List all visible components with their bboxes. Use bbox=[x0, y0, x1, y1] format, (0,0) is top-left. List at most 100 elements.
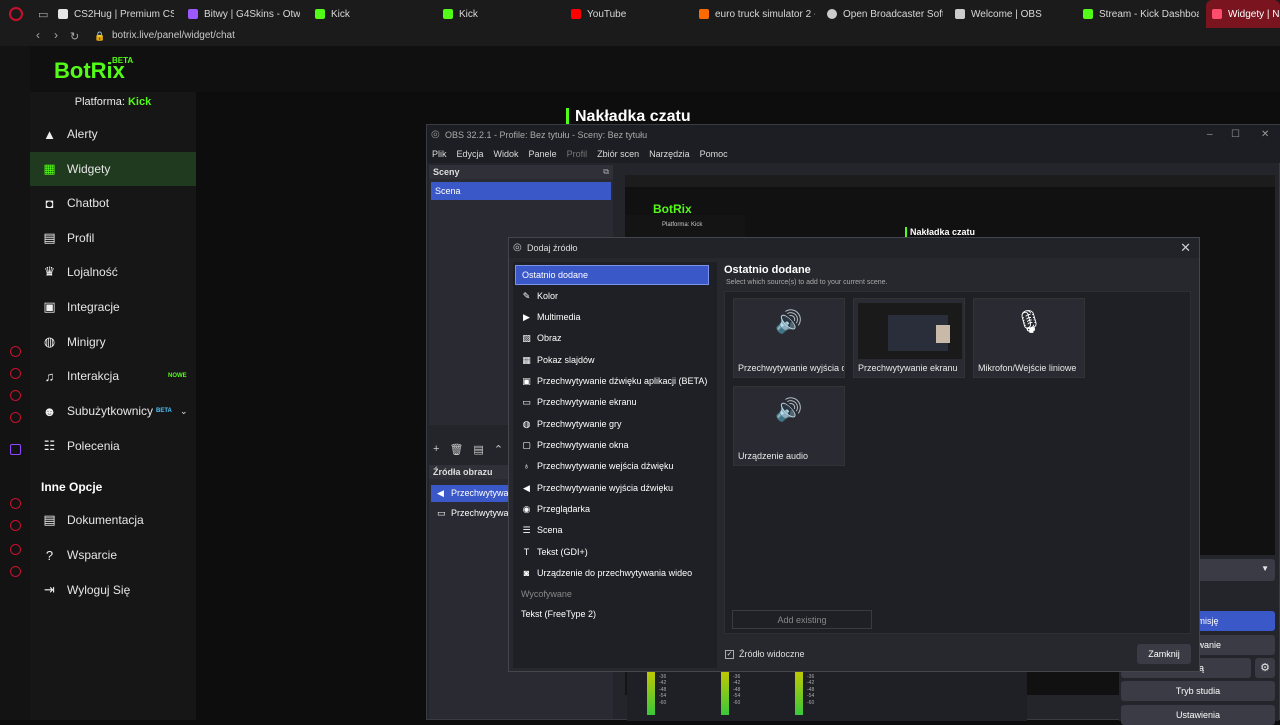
meter-scale: -30-36-42-48-54-60 bbox=[659, 667, 667, 706]
obs-favicon-icon bbox=[827, 9, 837, 19]
robot-icon: ◘ bbox=[45, 195, 54, 211]
gear-icon[interactable] bbox=[10, 566, 21, 577]
trash-icon[interactable]: 🗑 bbox=[449, 443, 463, 459]
speaker-icon: ◀ bbox=[523, 482, 530, 493]
add-existing-button[interactable]: Add existing bbox=[732, 610, 872, 629]
sidebar-item-integracje[interactable]: ▣ Integracje bbox=[30, 290, 196, 324]
menu-panele[interactable]: Panele bbox=[524, 145, 562, 163]
recent-tile[interactable]: 🔊 Urządzenie audio bbox=[733, 386, 845, 466]
sidebar-item-subuzytkownicy[interactable]: ☻ Subużytkownicy BETA ⌄ bbox=[30, 394, 196, 428]
recent-tile[interactable]: Przechwytywanie ekranu bbox=[853, 298, 965, 378]
slideshow-icon: ▦ bbox=[522, 354, 531, 365]
globe-icon: ◉ bbox=[522, 503, 531, 514]
source-type-video-device[interactable]: ◙ Urządzenie do przechwytywania wideo bbox=[515, 563, 709, 583]
undock-icon[interactable]: ⧉ bbox=[603, 167, 609, 177]
source-type-text-freetype[interactable]: Tekst (FreeType 2) bbox=[515, 604, 709, 624]
minimize-icon[interactable]: – bbox=[1207, 129, 1213, 140]
source-type-browser[interactable]: ◉ Przeglądarka bbox=[515, 499, 709, 519]
settings-button[interactable]: Ustawienia bbox=[1121, 705, 1275, 725]
reload-icon[interactable]: ↻ bbox=[70, 30, 79, 43]
sidebar-item-minigry[interactable]: ◍ Minigry bbox=[30, 325, 196, 359]
maximize-icon[interactable]: ☐ bbox=[1231, 129, 1240, 140]
text-icon: T bbox=[523, 547, 530, 557]
sidebar-item-chatbot[interactable]: ◘ Chatbot bbox=[30, 186, 196, 220]
source-type-text-gdi[interactable]: T Tekst (GDI+) bbox=[515, 542, 709, 562]
g4skins-favicon-icon bbox=[188, 9, 198, 19]
back-icon[interactable]: ‹ bbox=[36, 28, 40, 42]
source-type-app-audio[interactable]: ▣ Przechwytywanie dźwięku aplikacji (BETA… bbox=[515, 371, 709, 391]
sidebar-item-interakcja[interactable]: ♫ Interakcja NOWE bbox=[30, 359, 196, 393]
chevron-up-icon[interactable]: ⌃ bbox=[494, 443, 503, 459]
recent-tile[interactable]: 🔊 Przechwytywanie wyjścia d bbox=[733, 298, 845, 378]
opera-logo-icon[interactable] bbox=[9, 7, 23, 21]
history-icon[interactable] bbox=[10, 346, 21, 357]
play-icon: ▶ bbox=[523, 311, 530, 322]
scene-item[interactable]: Scena bbox=[431, 182, 611, 200]
close-icon[interactable]: ✕ bbox=[1261, 129, 1269, 140]
gear-icon[interactable]: ⚙ bbox=[1255, 658, 1275, 678]
menu-plik[interactable]: Plik bbox=[427, 145, 452, 163]
url-field[interactable]: botrix.live/panel/widget/chat bbox=[112, 30, 235, 41]
sidebar-item-alerty[interactable]: ▲ Alerty bbox=[30, 117, 196, 151]
source-type-recent[interactable]: Ostatnio dodane bbox=[515, 265, 709, 285]
studio-mode-button[interactable]: Tryb studia bbox=[1121, 681, 1275, 701]
tab-cs2hug[interactable]: CS2Hug | Premium CS2 & bbox=[58, 0, 174, 28]
tab-kick-2[interactable]: Kick bbox=[443, 0, 503, 28]
new-badge: NOWE bbox=[168, 373, 187, 379]
tab-g4skins[interactable]: Bitwy | G4Skins - Otwieraj bbox=[188, 0, 300, 28]
menu-zbior-scen[interactable]: Zbiór scen bbox=[592, 145, 644, 163]
share-icon[interactable] bbox=[10, 544, 21, 555]
menu-pomoc[interactable]: Pomoc bbox=[695, 145, 733, 163]
tab-euro-truck[interactable]: euro truck simulator 2 - G2 bbox=[699, 0, 815, 28]
botrix-favicon-icon bbox=[1212, 9, 1222, 19]
recent-sources-grid: 🔊 Przechwytywanie wyjścia d Przechwytywa… bbox=[724, 291, 1191, 634]
preview-logo: BotRix bbox=[653, 202, 692, 216]
sidebar-item-wsparcie[interactable]: ? Wsparcie bbox=[30, 538, 196, 572]
tab-kick-dashboard[interactable]: Stream - Kick Dashboard bbox=[1083, 0, 1199, 28]
tab-obs-site[interactable]: Open Broadcaster Software bbox=[827, 0, 943, 28]
source-type-obraz[interactable]: ▨ Obraz bbox=[515, 328, 709, 348]
menu-profil[interactable]: Profil bbox=[562, 145, 593, 163]
sidebar-item-profil[interactable]: ▤ Profil bbox=[30, 221, 196, 255]
source-visible-checkbox[interactable]: ✓ Źródło widoczne bbox=[725, 649, 805, 659]
alert-icon[interactable] bbox=[10, 368, 21, 379]
source-type-kolor[interactable]: ✎ Kolor bbox=[515, 286, 709, 306]
settings-icon[interactable] bbox=[10, 412, 21, 423]
forward-icon[interactable]: › bbox=[54, 28, 58, 42]
source-type-multimedia[interactable]: ▶ Multimedia bbox=[515, 307, 709, 327]
tab-kick-1[interactable]: Kick bbox=[315, 0, 375, 28]
workspace-icon[interactable]: ▭ bbox=[38, 0, 48, 28]
source-type-audio-input[interactable]: ♁ Przechwytywanie wejścia dźwięku bbox=[515, 456, 709, 476]
menu-narzedzia[interactable]: Narzędzia bbox=[644, 145, 695, 163]
clock-icon[interactable] bbox=[10, 498, 21, 509]
tab-widgety-active[interactable]: Widgety | Nakł bbox=[1206, 0, 1280, 28]
sidebar-item-polecenia[interactable]: ☷ Polecenia bbox=[30, 429, 196, 463]
recent-tile[interactable]: 🎙 Mikrofon/Wejście liniowe bbox=[973, 298, 1085, 378]
source-type-scene[interactable]: ☰ Scena bbox=[515, 520, 709, 540]
extensions-icon[interactable] bbox=[10, 390, 21, 401]
obs-logo-icon: ◎ bbox=[431, 129, 440, 140]
twitch-icon[interactable] bbox=[10, 444, 21, 455]
properties-icon[interactable]: ▤ bbox=[473, 443, 483, 459]
source-type-slideshow[interactable]: ▦ Pokaz slajdów bbox=[515, 350, 709, 370]
sidebar-item-widgety[interactable]: ▦ Widgety bbox=[30, 152, 196, 186]
audio-meter bbox=[721, 669, 729, 715]
sidebar-item-dokumentacja[interactable]: ▤ Dokumentacja bbox=[30, 503, 196, 537]
sidebar-item-lojalnosc[interactable]: ♛ Lojalność bbox=[30, 255, 196, 289]
sidebar-item-wyloguj[interactable]: ⇥ Wyloguj Się bbox=[30, 573, 196, 607]
close-icon[interactable]: ✕ bbox=[1180, 240, 1191, 256]
logout-icon: ⇥ bbox=[44, 582, 55, 597]
source-type-game[interactable]: ◍ Przechwytywanie gry bbox=[515, 414, 709, 434]
chevron-down-icon[interactable]: ⌄ bbox=[180, 406, 188, 417]
menu-edycja[interactable]: Edycja bbox=[452, 145, 489, 163]
source-type-window[interactable]: ▢ Przechwytywanie okna bbox=[515, 435, 709, 455]
add-icon[interactable]: + bbox=[433, 443, 439, 459]
tab-welcome-obs[interactable]: Welcome | OBS bbox=[955, 0, 1071, 28]
menu-widok[interactable]: Widok bbox=[489, 145, 524, 163]
source-type-screen[interactable]: ▭ Przechwytywanie ekranu bbox=[515, 392, 709, 412]
botrix-logo[interactable]: BotRix BETA bbox=[54, 56, 133, 84]
close-button[interactable]: Zamknij bbox=[1137, 644, 1191, 664]
source-type-audio-output[interactable]: ◀ Przechwytywanie wyjścia dźwięku bbox=[515, 478, 709, 498]
history-icon[interactable] bbox=[10, 520, 21, 531]
tab-youtube[interactable]: YouTube bbox=[571, 0, 661, 28]
